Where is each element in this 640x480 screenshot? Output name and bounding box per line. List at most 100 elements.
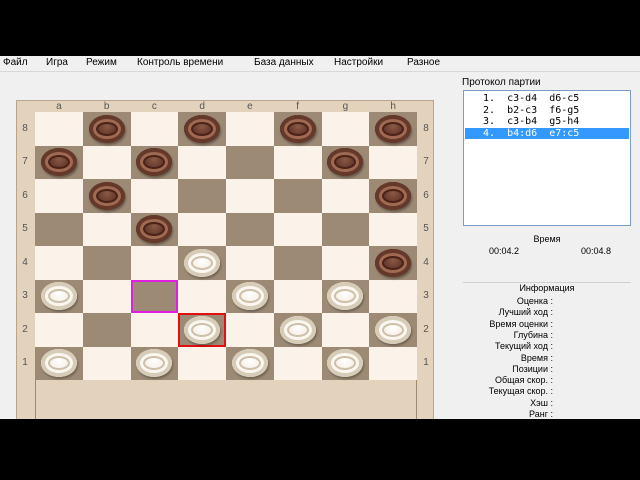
square-b7[interactable] bbox=[82, 145, 131, 179]
rank-label-left: 1 bbox=[22, 357, 28, 369]
rank-label-left: 3 bbox=[22, 290, 28, 302]
rank-label-left: 4 bbox=[22, 256, 28, 268]
square-e2[interactable] bbox=[226, 313, 274, 347]
protocol-label: Протокол партии bbox=[462, 77, 541, 88]
white-checker-e3[interactable] bbox=[231, 282, 268, 311]
black-checker-f8[interactable] bbox=[279, 114, 316, 143]
white-checker-f2[interactable] bbox=[279, 315, 316, 344]
square-b1[interactable] bbox=[82, 346, 131, 380]
white-checker-a1[interactable] bbox=[40, 349, 77, 378]
square-h5[interactable] bbox=[369, 212, 417, 246]
white-checker-a3[interactable] bbox=[40, 282, 77, 311]
white-checker-h2[interactable] bbox=[375, 315, 412, 344]
menu-item-4[interactable]: База данных bbox=[254, 57, 314, 68]
square-f1[interactable] bbox=[273, 346, 322, 380]
square-h7[interactable] bbox=[369, 145, 417, 179]
white-clock: 00:04.2 bbox=[489, 246, 520, 256]
menu-item-5[interactable]: Настройки bbox=[334, 57, 383, 68]
rank-label-right: 6 bbox=[423, 189, 429, 201]
black-checker-a7[interactable] bbox=[40, 148, 77, 177]
square-c2[interactable] bbox=[130, 313, 179, 347]
square-highlight bbox=[130, 279, 179, 313]
square-h1[interactable] bbox=[369, 346, 417, 380]
black-checker-b8[interactable] bbox=[88, 114, 125, 143]
square-b3[interactable] bbox=[82, 279, 131, 313]
square-f3[interactable] bbox=[273, 279, 322, 313]
square-b4[interactable] bbox=[82, 246, 131, 280]
square-c4[interactable] bbox=[130, 246, 179, 280]
square-e6[interactable] bbox=[226, 179, 274, 213]
white-checker-d4[interactable] bbox=[184, 248, 221, 277]
square-e4[interactable] bbox=[226, 246, 274, 280]
info-row: Время оценки : bbox=[489, 318, 553, 329]
menu-item-1[interactable]: Игра bbox=[46, 57, 68, 68]
square-g6[interactable] bbox=[321, 179, 370, 213]
square-d3[interactable] bbox=[178, 279, 226, 313]
info-row: Хэш : bbox=[530, 397, 553, 408]
menu-item-0[interactable]: Файл bbox=[3, 57, 28, 68]
black-checker-b6[interactable] bbox=[88, 181, 125, 210]
square-f6[interactable] bbox=[273, 179, 322, 213]
black-checker-h6[interactable] bbox=[375, 181, 412, 210]
square-d6[interactable] bbox=[178, 179, 226, 213]
square-g8[interactable] bbox=[321, 112, 370, 146]
info-row: Оценка : bbox=[516, 296, 553, 306]
square-g4[interactable] bbox=[321, 246, 370, 280]
square-b2[interactable] bbox=[82, 313, 131, 347]
menu-separator bbox=[0, 71, 640, 72]
square-d5[interactable] bbox=[178, 212, 226, 246]
square-a5[interactable] bbox=[35, 212, 83, 246]
menu-item-6[interactable]: Разное bbox=[407, 57, 440, 68]
rank-label-left: 6 bbox=[22, 189, 28, 201]
info-row: Позиции : bbox=[512, 363, 553, 374]
white-checker-e1[interactable] bbox=[231, 349, 268, 378]
time-panel: Время 00:04.2 00:04.8 bbox=[463, 234, 631, 260]
square-h3[interactable] bbox=[369, 279, 417, 313]
rank-label-left: 7 bbox=[22, 156, 28, 168]
file-label-top: a bbox=[56, 101, 62, 112]
menu-item-2[interactable]: Режим bbox=[86, 57, 117, 68]
square-g5[interactable] bbox=[321, 212, 370, 246]
square-g2[interactable] bbox=[321, 313, 370, 347]
square-f5[interactable] bbox=[273, 212, 322, 246]
file-label-top: h bbox=[390, 101, 396, 112]
info-label: Информация bbox=[519, 283, 575, 293]
white-checker-d2[interactable] bbox=[184, 315, 221, 344]
square-c6[interactable] bbox=[130, 179, 179, 213]
square-c8[interactable] bbox=[130, 112, 179, 146]
square-a2[interactable] bbox=[35, 313, 83, 347]
move-row[interactable]: 2. b2-c3 f6-g5 bbox=[465, 105, 629, 116]
square-a4[interactable] bbox=[35, 246, 83, 280]
rank-label-right: 3 bbox=[423, 290, 429, 302]
rank-label-right: 7 bbox=[423, 156, 429, 168]
square-e7[interactable] bbox=[226, 145, 274, 179]
move-row[interactable]: 3. c3-b4 g5-h4 bbox=[465, 116, 629, 127]
info-row: Глубина : bbox=[513, 329, 553, 340]
move-list[interactable]: 1. c3-d4 d6-c5 2. b2-c3 f6-g5 3. c3-b4 g5-… bbox=[463, 90, 631, 226]
square-f7[interactable] bbox=[273, 145, 322, 179]
move-row[interactable]: 1. c3-d4 d6-c5 bbox=[465, 93, 629, 104]
info-row: Время : bbox=[520, 352, 553, 363]
black-checker-h4[interactable] bbox=[375, 248, 412, 277]
info-row: Общая скор. : bbox=[495, 375, 553, 386]
rank-label-right: 8 bbox=[423, 122, 429, 134]
square-d1[interactable] bbox=[178, 346, 226, 380]
square-a6[interactable] bbox=[35, 179, 83, 213]
file-label-top: f bbox=[296, 101, 300, 112]
file-label-top: b bbox=[103, 101, 110, 112]
move-row[interactable]: 4. b4:d6 e7:c5 bbox=[465, 127, 629, 139]
black-checker-d8[interactable] bbox=[184, 114, 221, 143]
menu-item-3[interactable]: Контроль времени bbox=[137, 57, 223, 68]
square-e8[interactable] bbox=[226, 112, 274, 146]
square-b5[interactable] bbox=[82, 212, 131, 246]
rank-label-left: 8 bbox=[22, 122, 28, 134]
black-checker-h8[interactable] bbox=[375, 114, 412, 143]
file-label-top: c bbox=[151, 101, 157, 112]
square-e5[interactable] bbox=[226, 212, 274, 246]
square-a8[interactable] bbox=[35, 112, 83, 146]
app-window: Файл Игра Режим Контроль времени База данных… bbox=[0, 56, 640, 419]
square-f4[interactable] bbox=[273, 246, 322, 280]
menu-bar: Файл Игра Режим Контроль времени База данных… bbox=[0, 56, 640, 71]
info-row: Лучший ход : bbox=[498, 307, 553, 318]
square-d7[interactable] bbox=[178, 145, 226, 179]
